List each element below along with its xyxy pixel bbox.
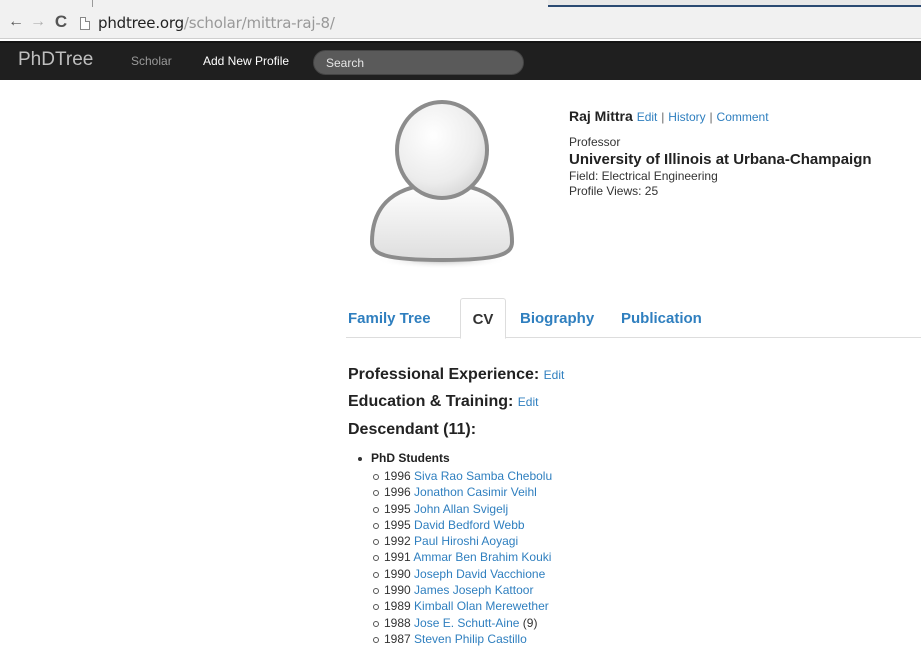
student-link[interactable]: David Bedford Webb: [414, 518, 525, 532]
list-item: 1995 John Allan Svigelj: [372, 501, 552, 517]
student-year: 1990: [384, 583, 411, 598]
student-link[interactable]: Jonathon Casimir Veihl: [414, 485, 537, 499]
list-item: 1991 Ammar Ben Brahim Kouki: [372, 549, 552, 565]
list-item: 1988 Jose E. Schutt-Aine (9): [372, 615, 552, 631]
avatar-placeholder-icon: [369, 100, 515, 269]
student-link[interactable]: James Joseph Kattoor: [414, 583, 533, 597]
student-year: 1989: [384, 599, 411, 614]
back-arrow-icon[interactable]: ←: [6, 12, 26, 32]
list-item: 1990 Joseph David Vacchione: [372, 566, 552, 582]
student-year: 1991: [384, 550, 411, 565]
tab-biography[interactable]: Biography: [520, 298, 594, 338]
nav-scholar-link[interactable]: Scholar: [131, 54, 172, 68]
profile-header: Raj Mittra Edit | History | Comment: [569, 108, 919, 124]
profile-views: Profile Views: 25: [569, 184, 659, 198]
descendant-list: PhD Students 1996 Siva Rao Samba Chebolu…: [356, 451, 552, 647]
tab-publication[interactable]: Publication: [621, 298, 702, 338]
student-year: 1988: [384, 615, 411, 630]
phd-students-label: PhD Students: [356, 451, 552, 465]
list-item: 1989 Kimball Olan Merewether: [372, 598, 552, 614]
edit-link[interactable]: Edit: [637, 110, 658, 124]
tab-family-tree[interactable]: Family Tree: [348, 298, 431, 338]
list-item: 1996 Siva Rao Samba Chebolu: [372, 468, 552, 484]
separator: |: [661, 110, 665, 124]
profile-info: Raj Mittra Edit | History | Comment Prof…: [569, 108, 919, 198]
student-link[interactable]: Joseph David Vacchione: [414, 567, 545, 581]
browser-tab-strip: [0, 0, 921, 7]
list-item: 1996 Jonathon Casimir Veihl: [372, 484, 552, 500]
list-item: 1995 David Bedford Webb: [372, 517, 552, 533]
forward-arrow-icon[interactable]: →: [28, 12, 48, 32]
list-item: 1987 Steven Philip Castillo: [372, 631, 552, 647]
edit-professional-link[interactable]: Edit: [544, 368, 565, 382]
list-item: 1990 James Joseph Kattoor: [372, 582, 552, 598]
section-title: Professional Experience:: [348, 366, 540, 383]
list-item: 1992 Paul Hiroshi Aoyagi: [372, 533, 552, 549]
student-list: 1996 Siva Rao Samba Chebolu 1996 Jonathon…: [372, 468, 552, 647]
brand-logo[interactable]: PhDTree: [18, 49, 93, 71]
student-year: 1996: [384, 469, 411, 483]
browser-tab[interactable]: [548, 0, 921, 7]
student-link[interactable]: Jose E. Schutt-Aine: [414, 616, 519, 630]
role: Professor: [569, 135, 621, 149]
section-title: Education & Training:: [348, 393, 514, 410]
history-link[interactable]: History: [668, 110, 705, 124]
student-year: 1996: [384, 485, 411, 500]
student-link[interactable]: Ammar Ben Brahim Kouki: [413, 550, 551, 564]
tab-divider: [92, 0, 93, 7]
reload-icon[interactable]: C: [51, 12, 71, 32]
nav-add-profile-link[interactable]: Add New Profile: [203, 54, 289, 68]
student-link[interactable]: John Allan Svigelj: [414, 502, 508, 516]
separator: |: [709, 110, 713, 124]
page-icon: [80, 17, 90, 30]
student-link[interactable]: Siva Rao Samba Chebolu: [414, 469, 552, 483]
student-year: 1995: [384, 501, 411, 516]
search-box[interactable]: [313, 50, 524, 75]
student-year: 1987: [384, 631, 411, 646]
professional-experience-heading: Professional Experience: Edit: [348, 366, 564, 384]
url-path: /scholar/mittra-raj-8/: [183, 14, 335, 32]
avatar: [362, 92, 522, 272]
profile-tabs: Family Tree CV Biography Publication: [346, 298, 921, 339]
edit-education-link[interactable]: Edit: [518, 395, 539, 409]
student-year: 1992: [384, 534, 411, 549]
address-bar[interactable]: phdtree.org/scholar/mittra-raj-8/: [98, 14, 335, 32]
institution: University of Illinois at Urbana-Champai…: [569, 151, 872, 168]
site-navbar: PhDTree Scholar Add New Profile: [0, 41, 921, 80]
scholar-name: Raj Mittra: [569, 108, 633, 124]
student-link[interactable]: Paul Hiroshi Aoyagi: [414, 534, 518, 548]
browser-toolbar: ← → C phdtree.org/scholar/mittra-raj-8/: [0, 7, 921, 39]
tab-cv[interactable]: CV: [460, 298, 506, 339]
search-input[interactable]: [314, 51, 523, 74]
student-year: 1995: [384, 517, 411, 532]
descendant-count: (9): [522, 615, 538, 630]
student-link[interactable]: Steven Philip Castillo: [414, 632, 527, 646]
comment-link[interactable]: Comment: [717, 110, 769, 124]
student-year: 1990: [384, 566, 411, 581]
url-host: phdtree.org: [98, 14, 184, 32]
education-heading: Education & Training: Edit: [348, 393, 538, 411]
student-link[interactable]: Kimball Olan Merewether: [414, 599, 549, 613]
field: Field: Electrical Engineering: [569, 169, 718, 183]
descendant-heading: Descendant (11):: [348, 421, 477, 438]
